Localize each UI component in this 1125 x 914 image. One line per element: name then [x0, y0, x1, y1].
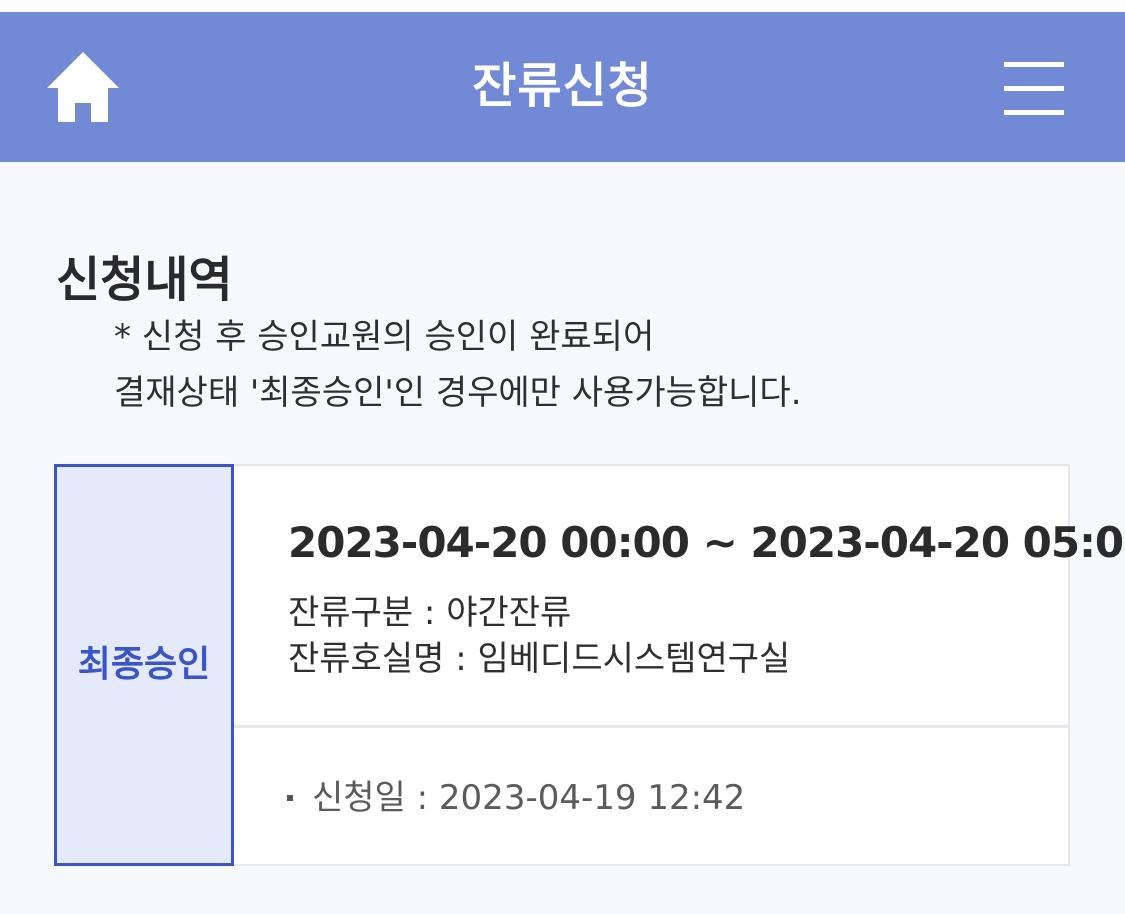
notice-text-line2: 결재상태 '최종승인'인 경우에만 사용가능합니다. [114, 373, 802, 413]
application-period: 2023-04-20 00:00 ~ 2023-04-20 05:00 [288, 518, 1125, 567]
stay-type-label: 잔류구분 [288, 593, 414, 633]
applied-date-value: 2023-04-19 12:42 [438, 778, 746, 818]
page-title: 잔류신청 [472, 58, 653, 114]
app-header: 잔류신청 [0, 12, 1125, 162]
hamburger-menu-icon-bar [1004, 86, 1064, 91]
section-title: 신청내역 [56, 252, 233, 308]
hamburger-menu-icon [1004, 62, 1064, 67]
status-badge: 최종승인 [54, 464, 234, 866]
card-divider [234, 725, 1068, 728]
bullet-icon [287, 795, 293, 801]
room-name-label: 잔류호실명 [288, 639, 445, 679]
status-label: 최종승인 [77, 644, 211, 685]
applied-date-row: 신청일 : 2023-04-19 12:42 [312, 778, 746, 818]
hamburger-menu-icon-bar [1004, 110, 1064, 115]
menu-button[interactable] [1000, 60, 1068, 118]
applied-date-label: 신청일 [312, 778, 406, 818]
room-name-row: 잔류호실명 : 임베디드시스템연구실 [288, 639, 791, 679]
room-name-value: 임베디드시스템연구실 [477, 639, 791, 679]
stay-type-value: 야간잔류 [446, 593, 572, 633]
status-bar-area [0, 0, 1125, 12]
notice-text-line1: * 신청 후 승인교원의 승인이 완료되어 [114, 317, 655, 357]
stay-type-row: 잔류구분 : 야간잔류 [288, 593, 572, 633]
